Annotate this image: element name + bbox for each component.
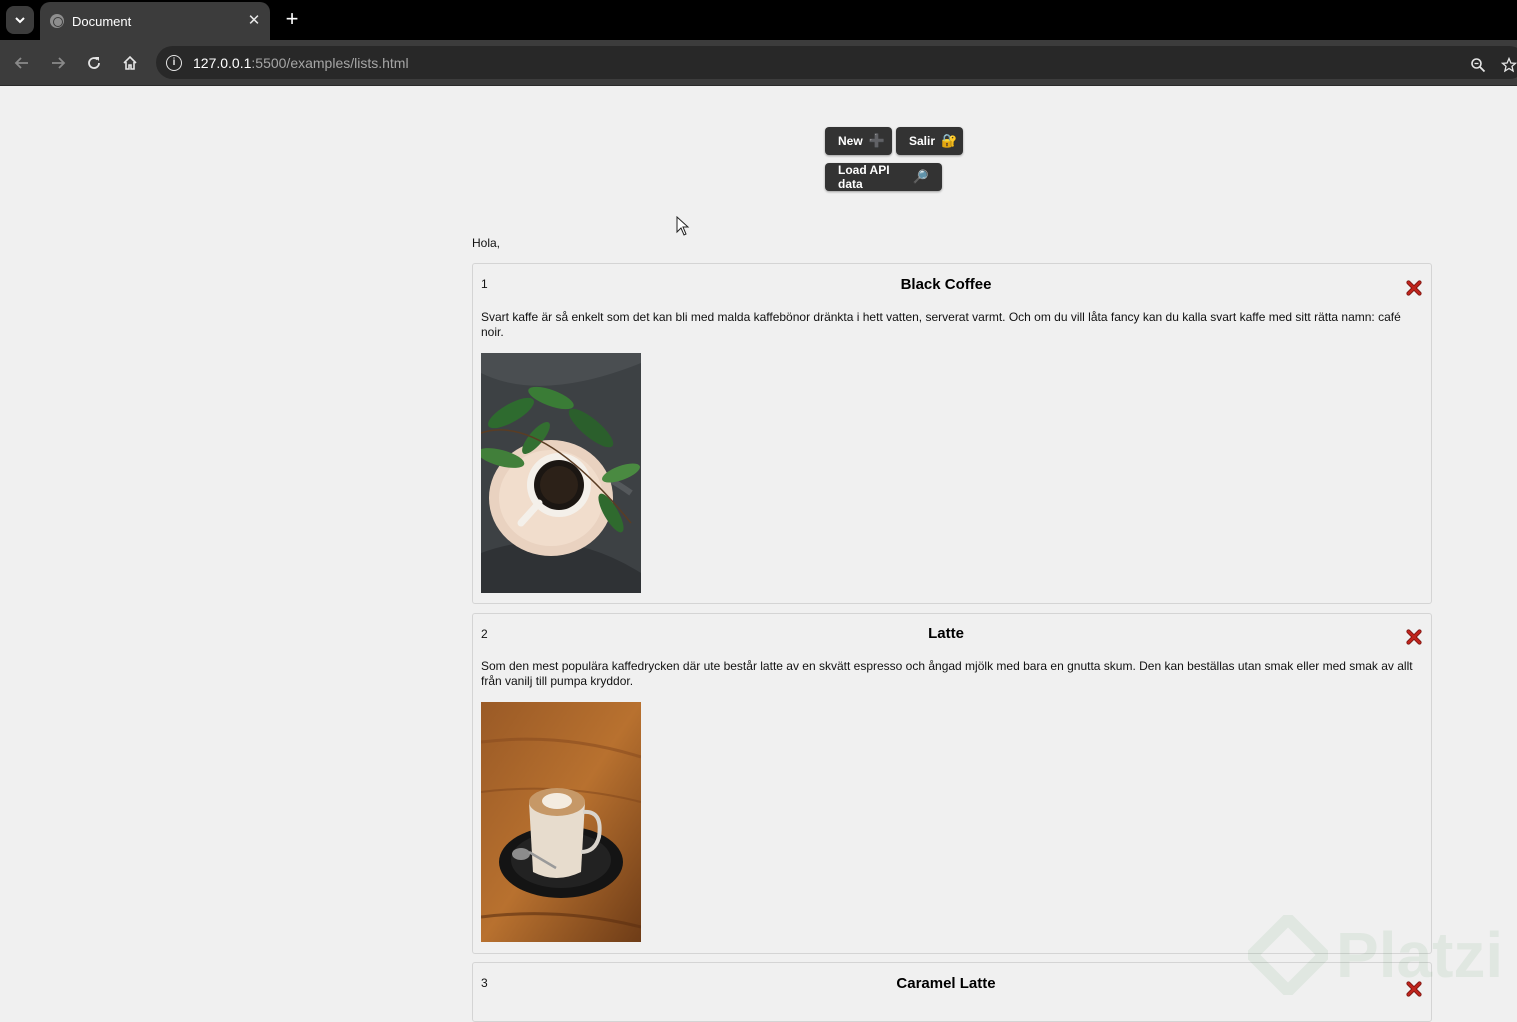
lock-icon: 🔐 [941, 133, 958, 148]
platzi-logo-icon [1248, 915, 1328, 995]
reload-icon [88, 57, 100, 69]
url-text: 127.0.0.1:5500/examples/lists.html [193, 54, 409, 71]
zoom-icon [1471, 58, 1486, 73]
coffee-card: 2 Latte Som den mest populära kaffedryck… [472, 613, 1432, 954]
back-button[interactable] [10, 51, 34, 75]
magnifier-icon: 🔎 [912, 169, 929, 184]
new-button-label: New [838, 134, 863, 148]
tab-title: Document [72, 13, 132, 29]
platzi-watermark: Platzi [1248, 915, 1503, 995]
coffee-card: 1 Black Coffee Svart kaffe är så enkelt … [472, 263, 1432, 604]
plus-icon: ➕ [868, 133, 885, 148]
zoom-button[interactable] [1468, 55, 1488, 75]
arrow-right-icon [52, 57, 66, 69]
item-description: Som den mest populära kaffedrycken där u… [481, 659, 1413, 688]
latte-image [481, 702, 641, 942]
item-description: Svart kaffe är så enkelt som det kan bli… [481, 310, 1401, 339]
new-button[interactable]: New ➕ [825, 127, 892, 155]
item-title: Black Coffee [900, 276, 992, 293]
address-bar[interactable]: i 127.0.0.1:5500/examples/lists.html [156, 46, 1517, 79]
browser-tab-bar: Document ✕ + [0, 0, 1517, 40]
site-info-icon[interactable]: i [166, 54, 182, 71]
mouse-cursor-icon [676, 216, 690, 236]
salir-button-label: Salir [909, 134, 936, 148]
load-button-label: Load API data [838, 163, 890, 191]
browser-tab[interactable]: Document ✕ [40, 2, 270, 40]
tab-search-button[interactable] [6, 6, 34, 34]
new-tab-button[interactable]: + [280, 8, 304, 32]
reload-button[interactable] [82, 51, 106, 75]
home-button[interactable] [118, 51, 142, 75]
arrow-left-icon [14, 57, 28, 69]
bookmark-button[interactable] [1499, 55, 1517, 75]
page-content: New ➕ Salir 🔐 Load API data 🔎 Hola, 1 Bl… [0, 87, 1517, 1022]
load-api-data-button[interactable]: Load API data 🔎 [825, 163, 942, 191]
black-coffee-image [481, 353, 641, 593]
delete-x-icon[interactable] [1406, 280, 1422, 296]
browser-toolbar: i 127.0.0.1:5500/examples/lists.html [0, 40, 1517, 86]
greeting-text: Hola, [472, 236, 501, 250]
item-title: Latte [928, 625, 964, 642]
delete-x-icon[interactable] [1406, 629, 1422, 645]
tab-close-button[interactable]: ✕ [244, 11, 264, 31]
chevron-down-icon [15, 17, 25, 24]
star-icon [1501, 57, 1517, 73]
salir-button[interactable]: Salir 🔐 [896, 127, 963, 155]
home-icon [123, 55, 137, 70]
globe-icon [50, 14, 64, 28]
forward-button[interactable] [46, 51, 70, 75]
